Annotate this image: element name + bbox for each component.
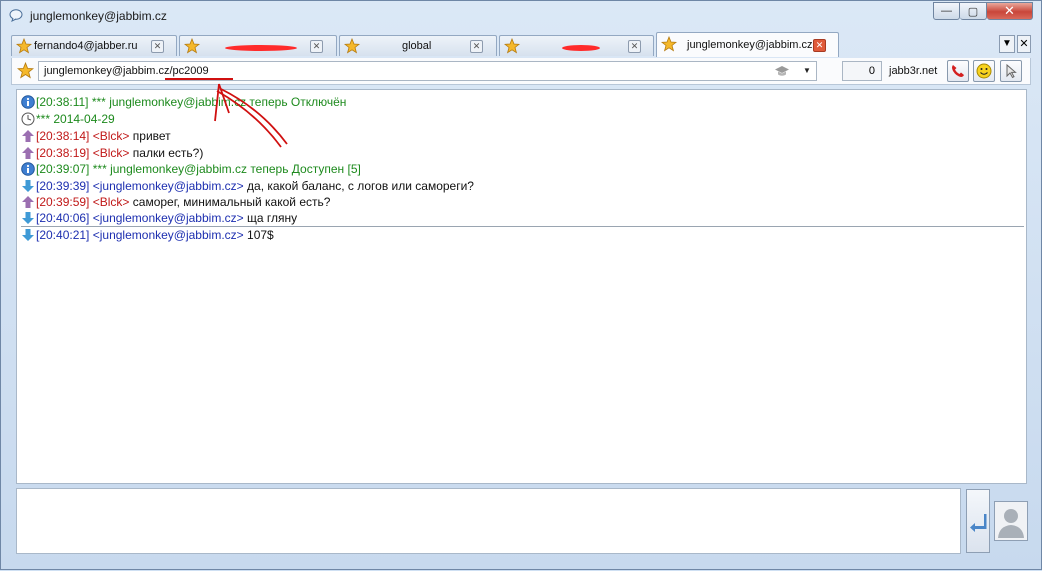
cursor-icon <box>1006 63 1017 79</box>
tab-close-button[interactable]: ✕ <box>151 40 164 53</box>
chat-log[interactable]: [20:38:11] *** junglemonkey@jabbim.cz те… <box>16 89 1027 484</box>
smiley-icon <box>976 63 992 79</box>
message-time: [20:38:19] <box>36 146 90 160</box>
maximize-button[interactable]: ▢ <box>960 2 987 20</box>
star-icon <box>343 37 361 54</box>
redaction-mark <box>562 45 600 51</box>
new-messages-divider <box>21 226 1024 227</box>
info-icon <box>21 95 35 109</box>
message-sender: <Blck> <box>92 129 130 143</box>
arrow-up-icon <box>21 129 35 143</box>
tab-fernando4[interactable]: fernando4@jabber.ru ✕ <box>11 35 177 56</box>
avatar[interactable] <box>994 501 1028 541</box>
arrow-down-icon <box>21 179 35 193</box>
tab-list-button[interactable]: ▼ <box>999 35 1015 53</box>
phone-icon <box>952 65 964 77</box>
message-text: да, какой баланс, с логов или самореги? <box>247 179 474 193</box>
chat-tabs: fernando4@jabber.ru ✕ ✕ global ✕ ✕ jungl… <box>11 32 1031 58</box>
message-sender: <junglemonkey@jabbim.cz> <box>92 179 244 193</box>
bookmark-star-icon[interactable] <box>16 61 35 79</box>
clock-icon <box>21 112 35 126</box>
window-title: junglemonkey@jabbim.cz <box>30 9 167 23</box>
emoticons-button[interactable] <box>973 60 995 82</box>
jid-text: junglemonkey@jabbim.cz/pc2009 <box>44 65 209 77</box>
message-input[interactable] <box>16 488 961 554</box>
message-sender: <Blck> <box>92 195 130 209</box>
message-time: [20:40:21] <box>36 228 90 242</box>
message-text: *** junglemonkey@jabbim.cz теперь Доступ… <box>92 162 361 176</box>
star-icon <box>660 35 678 52</box>
message-time: [20:39:07] <box>36 162 90 176</box>
info-icon <box>21 162 35 176</box>
message-text: привет <box>132 129 171 143</box>
star-icon <box>15 37 33 54</box>
chevron-down-icon[interactable]: ▼ <box>803 66 811 75</box>
speech-bubble-icon <box>9 9 23 22</box>
tab-close-button[interactable]: ✕ <box>628 40 641 53</box>
chat-toolbar: junglemonkey@jabbim.cz/pc2009 ▼ 0 jabb3r… <box>11 58 1031 85</box>
tab-label: junglemonkey@jabbim.cz <box>687 39 813 51</box>
tab-global[interactable]: global ✕ <box>339 35 497 56</box>
tab-close-button[interactable]: ✕ <box>470 40 483 53</box>
minimize-button[interactable]: — <box>933 2 960 20</box>
star-icon <box>183 37 201 54</box>
message-text: ща гляну <box>247 211 298 225</box>
message-text: 107$ <box>247 228 274 242</box>
resource-combo[interactable]: junglemonkey@jabbim.cz/pc2009 ▼ <box>38 61 817 81</box>
message-sender: <Blck> <box>92 146 130 160</box>
message-text: палки есть?) <box>132 146 204 160</box>
arrow-up-icon <box>21 195 35 209</box>
close-button[interactable]: ✕ <box>987 2 1033 20</box>
tab-label: fernando4@jabber.ru <box>34 40 138 52</box>
unread-counter: 0 <box>842 61 882 81</box>
message-text: *** junglemonkey@jabbim.cz теперь Отключ… <box>91 95 347 109</box>
message-sender: <junglemonkey@jabbim.cz> <box>92 211 244 225</box>
star-icon <box>503 37 521 54</box>
window-controls: — ▢ ✕ <box>933 2 1033 20</box>
pointer-button[interactable] <box>1000 60 1022 82</box>
message-text: саморег, минимальный какой есть? <box>132 195 331 209</box>
user-silhouette-icon <box>998 509 1024 538</box>
message-time: [20:40:06] <box>36 211 90 225</box>
mortarboard-icon <box>774 64 790 78</box>
close-tab-button[interactable]: ✕ <box>1017 35 1031 53</box>
chat-window: junglemonkey@jabbim.cz — ▢ ✕ fernando4@j… <box>0 0 1042 570</box>
tab-redacted-2[interactable]: ✕ <box>499 35 654 56</box>
message-sender: <junglemonkey@jabbim.cz> <box>92 228 244 242</box>
enter-arrow-icon <box>970 514 987 532</box>
tab-redacted-1[interactable]: ✕ <box>179 35 337 56</box>
message-time: [20:38:14] <box>36 129 90 143</box>
arrow-up-icon <box>21 146 35 160</box>
message-time: [20:38:11] <box>36 95 89 109</box>
tab-close-button[interactable]: ✕ <box>813 39 826 52</box>
tab-close-button[interactable]: ✕ <box>310 40 323 53</box>
server-name: jabb3r.net <box>889 65 938 77</box>
redaction-mark <box>225 45 297 51</box>
tab-junglemonkey[interactable]: junglemonkey@jabbim.cz ✕ <box>656 32 839 57</box>
message-time: [20:39:39] <box>36 179 90 193</box>
message-time: [20:39:59] <box>36 195 90 209</box>
arrow-down-icon <box>21 211 35 225</box>
call-button[interactable] <box>947 60 969 82</box>
arrow-down-icon <box>21 228 35 242</box>
message-text: *** 2014-04-29 <box>36 112 115 126</box>
tab-label: global <box>402 40 432 52</box>
send-button[interactable] <box>966 489 990 553</box>
title-bar: junglemonkey@jabbim.cz — ▢ ✕ <box>1 1 1041 31</box>
